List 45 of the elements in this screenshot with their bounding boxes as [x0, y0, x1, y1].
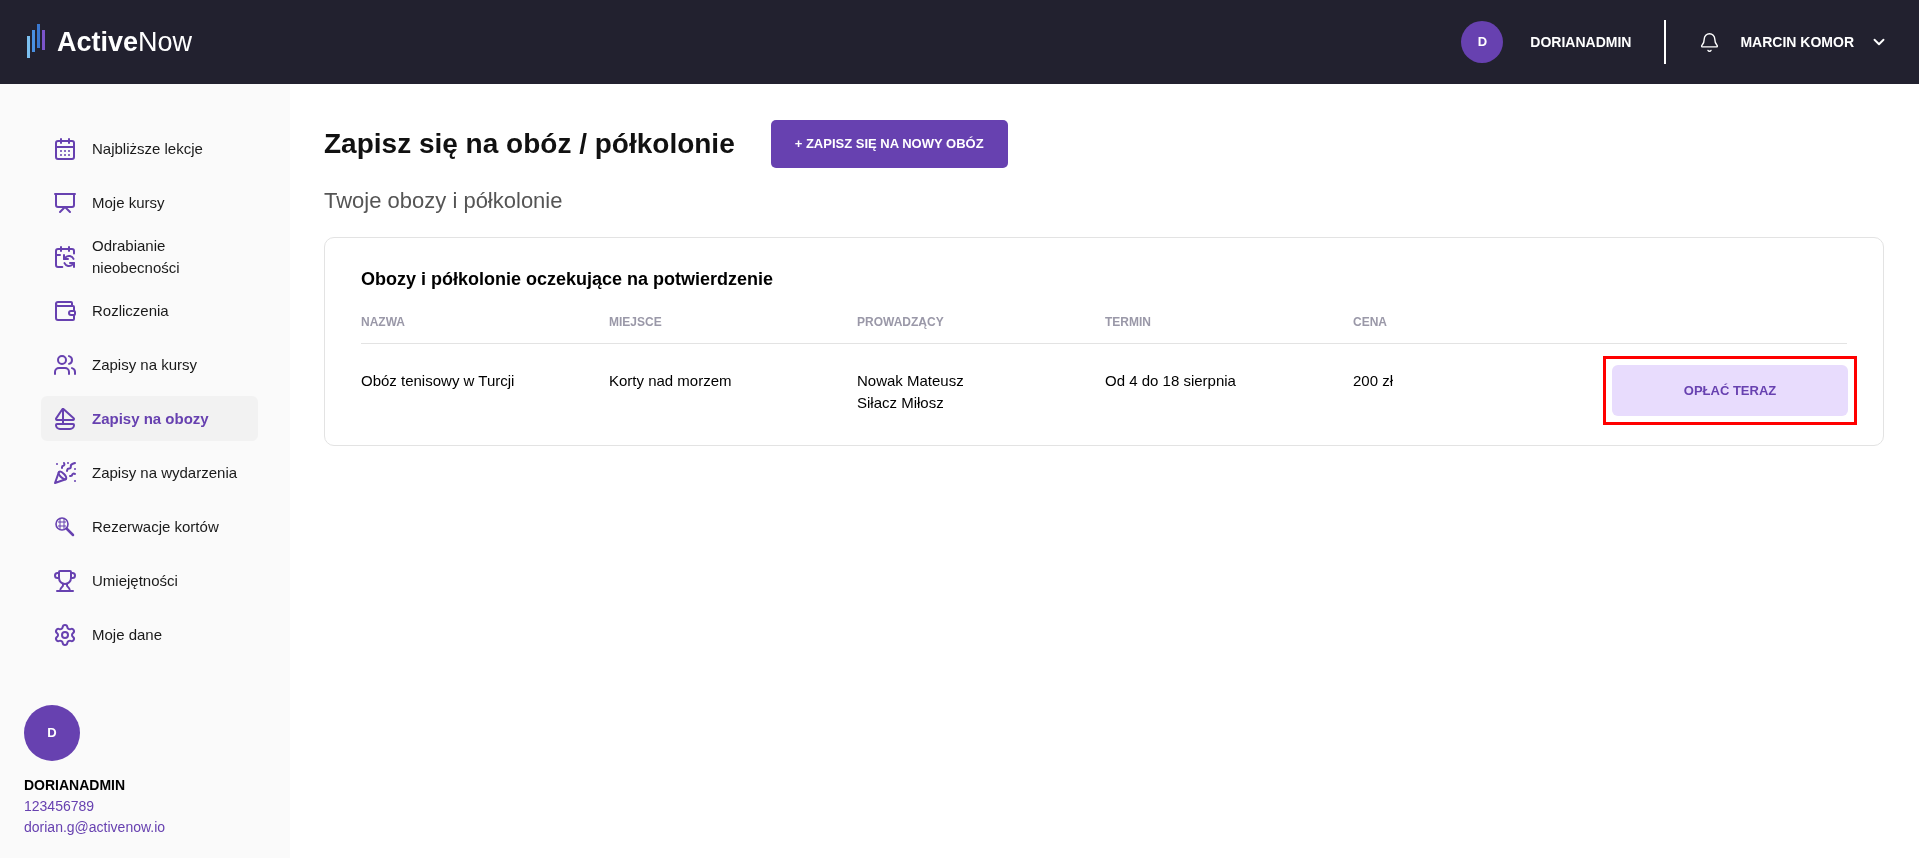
sidebar-item[interactable]: Rozliczenia: [41, 288, 258, 333]
section-subtitle: Twoje obozy i półkolonie: [324, 187, 564, 215]
trophy-icon: [53, 568, 77, 593]
table-cell-text: Od 4 do 18 sierpnia: [1105, 371, 1236, 391]
pay-now-button[interactable]: OPŁAĆ TERAZ: [1612, 365, 1848, 416]
logo-icon: [25, 24, 47, 60]
new-camp-button[interactable]: + ZAPISZ SIĘ NA NOWY OBÓZ: [770, 120, 1008, 168]
notification-bell-icon[interactable]: [1699, 30, 1721, 54]
sidebar-item[interactable]: Rezerwacje kortów: [41, 504, 258, 549]
table-cell-text: Korty nad morzem: [609, 371, 732, 391]
column-header: PROWADZĄCY: [857, 314, 944, 331]
page-title: Zapisz się na obóz / półkolonie: [324, 127, 735, 161]
wallet-icon: [53, 298, 77, 323]
sidebar-item[interactable]: Moje dane: [41, 612, 258, 657]
column-header: NAZWA: [361, 314, 405, 331]
sidebar-item[interactable]: Moje kursy: [41, 180, 258, 225]
calendar-refresh-icon: [53, 244, 77, 269]
settings-icon: [53, 622, 77, 647]
sidebar-item[interactable]: Zapisy na wydarzenia: [41, 450, 258, 495]
profile-email: dorian.g@activenow.io: [24, 818, 167, 837]
column-header: CENA: [1353, 314, 1387, 331]
sidebar-item[interactable]: Najbliższe lekcje: [41, 126, 258, 171]
sidebar-item[interactable]: Zapisy na kursy: [41, 342, 258, 387]
profile-name: DORIANADMIN: [24, 776, 127, 795]
avatar: D: [24, 705, 80, 761]
table-title: Obozy i półkolonie oczekujące na potwierdzenie: [361, 268, 775, 291]
sidebar-item[interactable]: Umiejętności: [41, 558, 258, 603]
avatar[interactable]: D: [1461, 21, 1504, 63]
profile-phone: 123456789: [24, 797, 96, 816]
logo-text[interactable]: ActiveNow: [57, 21, 193, 63]
presentation-board-icon: [53, 190, 77, 215]
sidebar-item[interactable]: Odrabianie nieobecności: [41, 234, 258, 279]
column-header: MIEJSCE: [609, 314, 662, 331]
people-icon: [53, 352, 77, 377]
sailboat-icon: [53, 406, 77, 431]
table-cell-text: 200 zł: [1353, 371, 1394, 391]
table-cell-text: Obóz tenisowy w Turcji: [361, 371, 515, 391]
account-name[interactable]: DORIANADMIN: [1530, 31, 1632, 53]
sidebar-item[interactable]: Zapisy na obozy: [41, 396, 258, 441]
calendar-icon: [53, 136, 77, 161]
column-header: TERMIN: [1105, 314, 1151, 331]
party-popper-icon: [53, 460, 77, 485]
table-cell-text: Nowak Mateusz Siłacz Miłosz: [857, 371, 964, 413]
tennis-racket-icon: [53, 514, 77, 539]
user-name[interactable]: MARCIN KOMOR: [1740, 31, 1854, 53]
